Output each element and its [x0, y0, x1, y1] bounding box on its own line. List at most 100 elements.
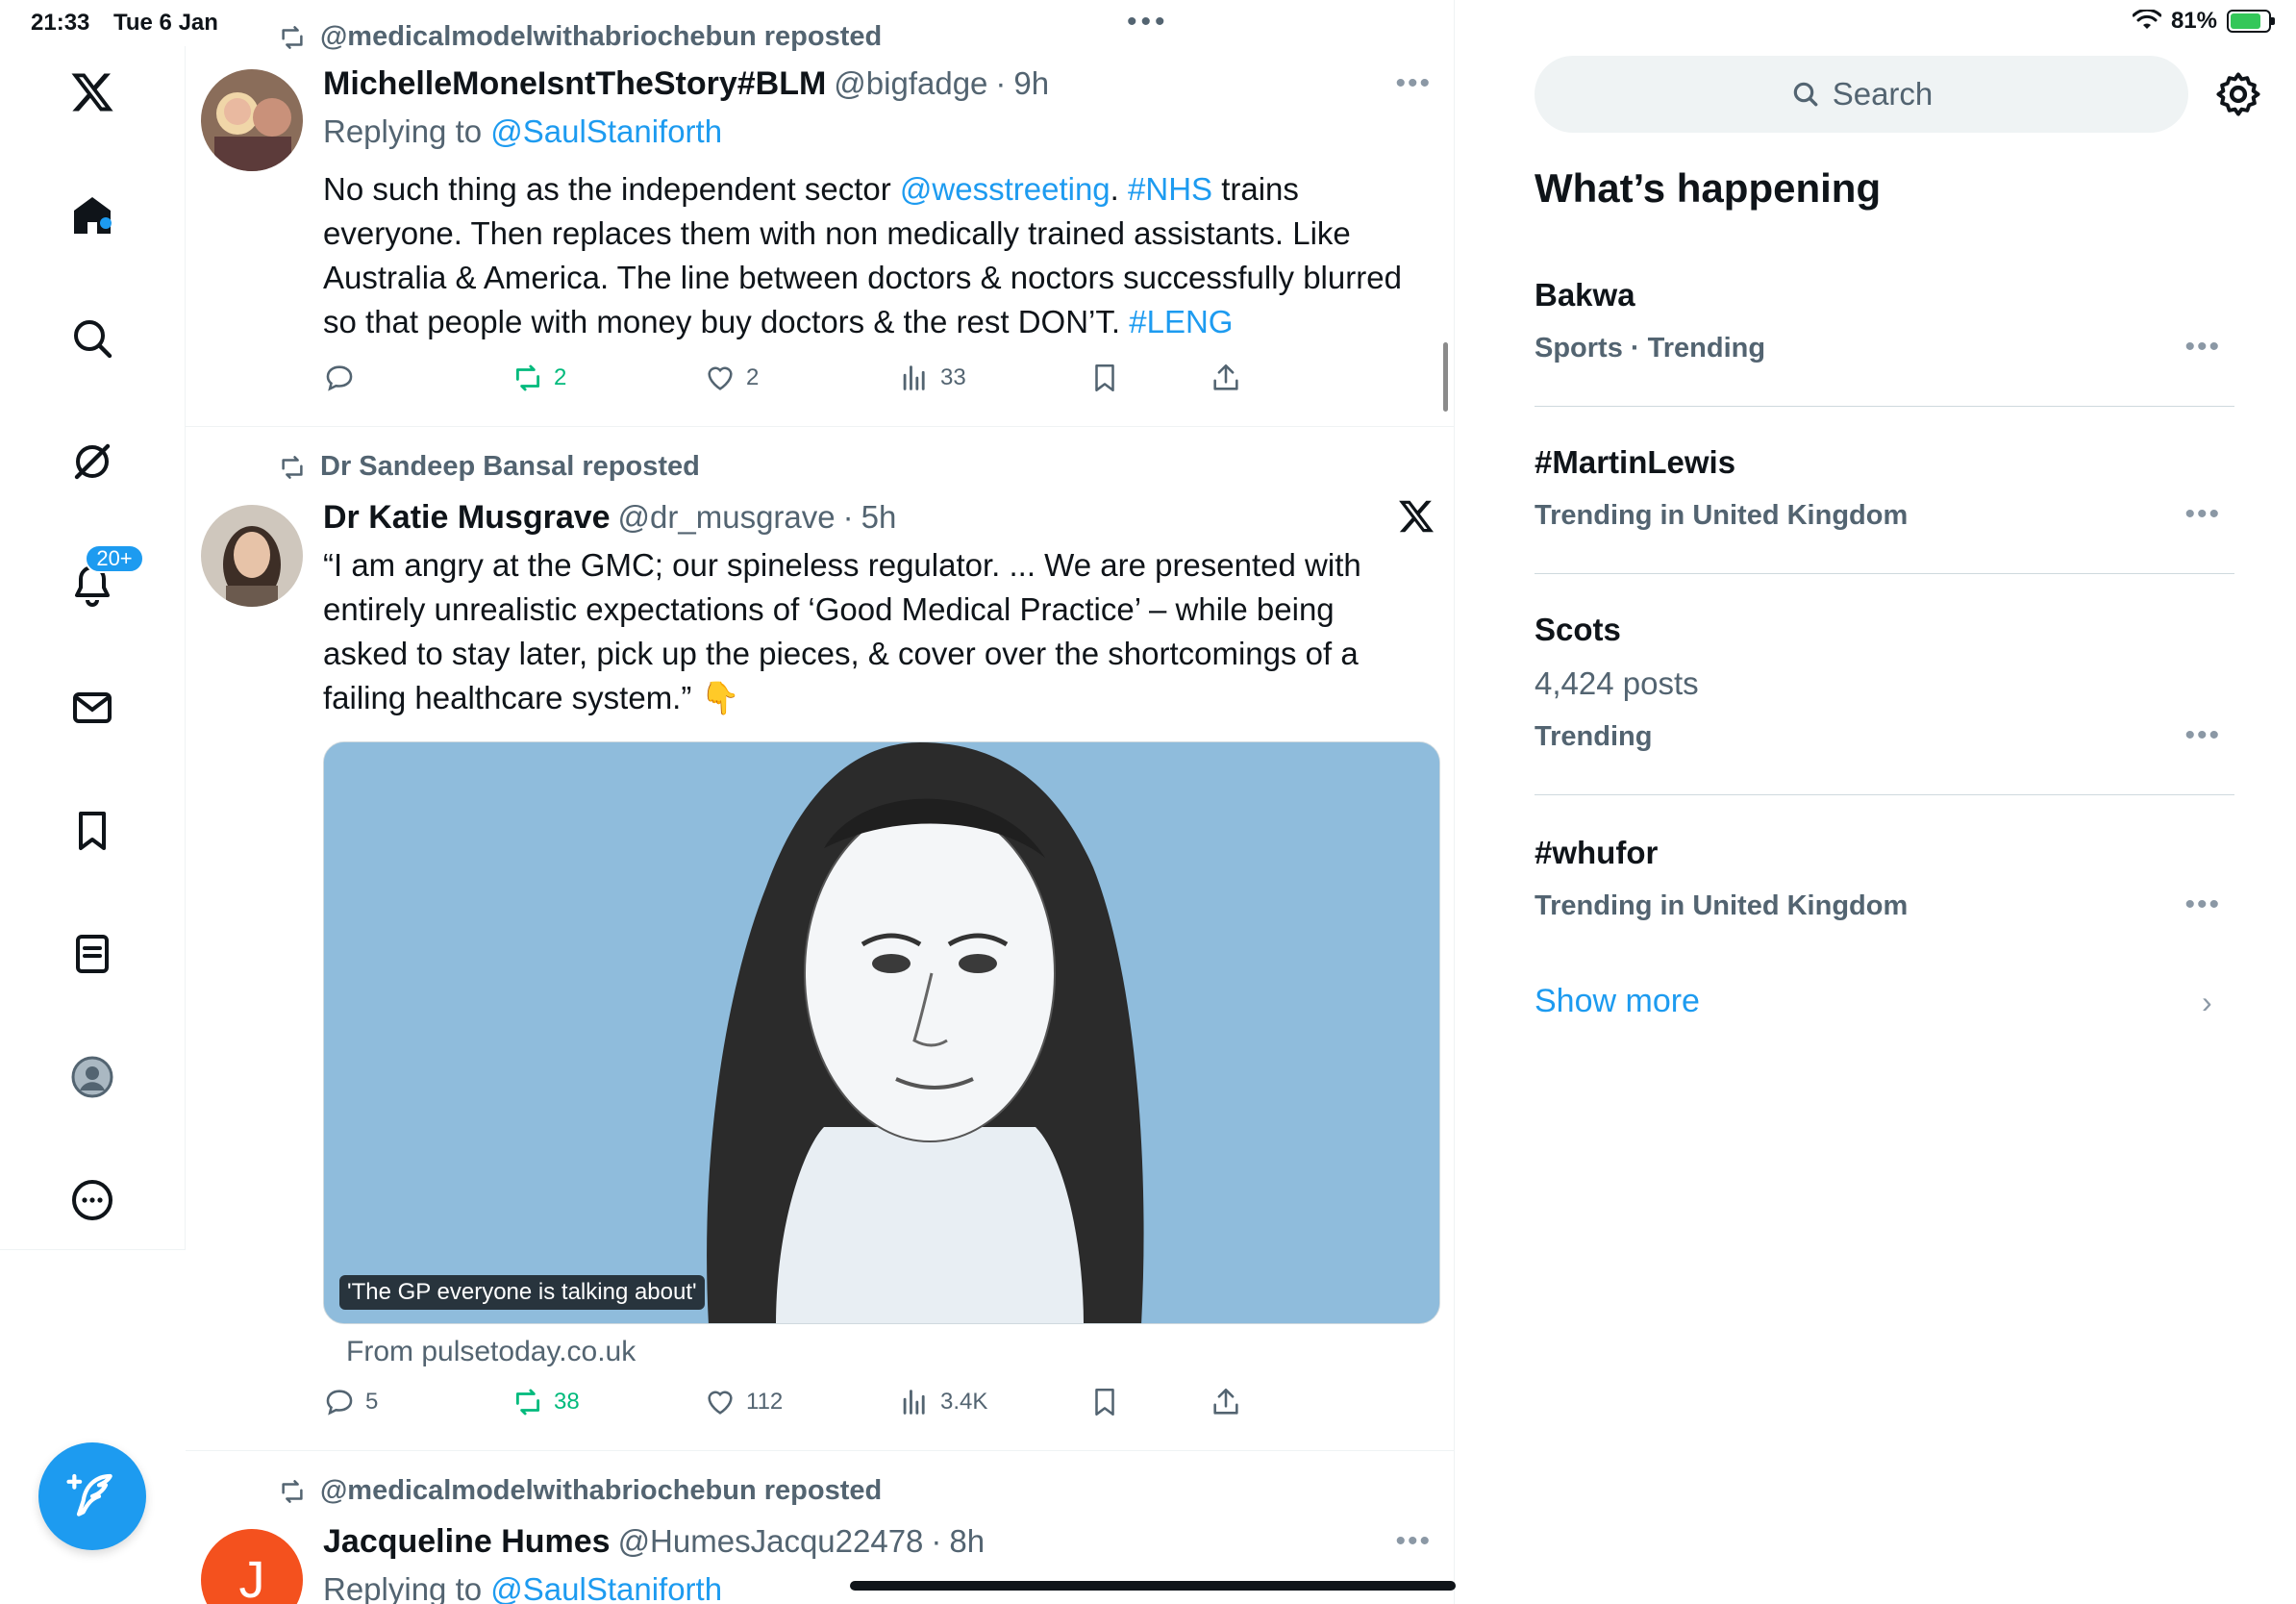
search-icon[interactable] [62, 308, 123, 369]
x-logo-icon[interactable] [1397, 497, 1435, 536]
compose-post-button[interactable] [38, 1442, 146, 1550]
trend-item[interactable]: Scots 4,424 posts Trending ••• [1535, 606, 2234, 798]
media-caption: 'The GP everyone is talking about' [339, 1275, 705, 1310]
separator-dot: · [931, 1523, 942, 1559]
trend-post-count: 4,424 posts [1535, 665, 1699, 701]
post-1[interactable]: @medicalmodelwithabriochebun reposted Mi… [186, 0, 1454, 427]
x-logo-icon[interactable] [62, 62, 123, 123]
trend-meta: Trending in United Kingdom [1535, 500, 1909, 531]
repost-button[interactable]: 38 [512, 1386, 580, 1418]
grok-icon[interactable] [62, 431, 123, 492]
post-actions: 2 2 33 [323, 362, 1246, 400]
link-card-image[interactable]: 'The GP everyone is talking about' [323, 741, 1440, 1324]
repost-by: @medicalmodelwithabriochebun reposted [320, 21, 883, 52]
post-header: Dr Katie Musgrave @dr_musgrave · 5h [323, 499, 896, 537]
separator-dot: · [995, 65, 1007, 101]
avatar[interactable] [201, 505, 303, 607]
search-placeholder: Search [1832, 76, 1934, 112]
hashtag-link[interactable]: #NHS [1128, 171, 1212, 207]
avatar[interactable]: J [201, 1529, 303, 1604]
post-time[interactable]: 8h [949, 1523, 985, 1560]
like-button[interactable]: 2 [704, 362, 759, 394]
left-nav: 20+ [0, 46, 186, 1250]
repost-count: 2 [554, 364, 567, 390]
post-actions: 5 38 112 3.4K [323, 1386, 1246, 1424]
home-icon[interactable] [62, 185, 123, 246]
share-button[interactable] [1210, 1386, 1242, 1418]
post-2[interactable]: Dr Sandeep Bansal reposted Dr Katie Musg… [186, 428, 1454, 1451]
trend-more-icon[interactable]: ••• [2184, 331, 2221, 363]
reply-button[interactable] [323, 362, 365, 394]
whats-happening-title: What’s happening [1535, 165, 1882, 211]
right-sidebar: Search What’s happening Bakwa Sports · T… [1456, 0, 2296, 1604]
more-options-icon[interactable] [62, 1169, 123, 1231]
bookmark-icon [1095, 363, 1114, 392]
lists-icon[interactable] [62, 923, 123, 985]
text-segment: . [1110, 171, 1129, 207]
author-name[interactable]: MichelleMoneIsntTheStory#BLM [323, 65, 826, 103]
trend-item[interactable]: #MartinLewis Trending in United Kingdom … [1535, 439, 2234, 574]
reply-icon [326, 1390, 353, 1416]
reply-button[interactable]: 5 [323, 1386, 378, 1418]
post-header: Jacqueline Humes @HumesJacqu22478 · 8h [323, 1523, 985, 1561]
post-more-icon[interactable]: ••• [1395, 1525, 1432, 1558]
repost-button[interactable]: 2 [512, 362, 566, 394]
post-more-icon[interactable]: ••• [1395, 67, 1432, 100]
post-header: MichelleMoneIsntTheStory#BLM @bigfadge ·… [323, 65, 1049, 103]
like-button[interactable]: 112 [704, 1386, 783, 1418]
avatar[interactable] [201, 69, 303, 171]
author-handle[interactable]: @dr_musgrave [618, 499, 836, 536]
trend-name: #whufor [1535, 835, 1659, 870]
hashtag-link[interactable]: #LENG [1129, 304, 1233, 339]
author-name[interactable]: Jacqueline Humes [323, 1523, 611, 1561]
bookmarks-icon[interactable] [62, 800, 123, 862]
show-more-link[interactable]: Show more [1535, 983, 1700, 1020]
views-button[interactable]: 33 [898, 362, 966, 394]
trend-more-icon[interactable]: ••• [2184, 498, 2221, 531]
timeline: @medicalmodelwithabriochebun reposted Mi… [186, 0, 1455, 1604]
reply-to-link[interactable]: @SaulStaniforth [490, 113, 722, 149]
home-indicator[interactable] [850, 1581, 1456, 1591]
messages-envelope-icon[interactable] [62, 677, 123, 739]
bookmark-button[interactable] [1088, 362, 1121, 394]
trend-item[interactable]: #whufor Trending in United Kingdom ••• [1535, 829, 2234, 964]
share-button[interactable] [1210, 362, 1242, 394]
share-icon [1213, 363, 1238, 390]
search-input[interactable]: Search [1535, 56, 2188, 133]
trend-name: Scots [1535, 612, 1621, 647]
like-count: 2 [746, 364, 760, 390]
trend-more-icon[interactable]: ••• [2184, 889, 2221, 921]
views-chart-icon [903, 1390, 925, 1415]
post-time[interactable]: 5h [861, 499, 897, 536]
repost-line: @medicalmodelwithabriochebun reposted [278, 1475, 882, 1507]
author-name[interactable]: Dr Katie Musgrave [323, 499, 611, 537]
post-text: “I am angry at the GMC; our spineless re… [323, 547, 1361, 715]
replying-to: Replying to @SaulStaniforth [323, 1571, 722, 1604]
repost-line: @medicalmodelwithabriochebun reposted [278, 21, 882, 53]
author-handle[interactable]: @bigfadge [834, 65, 987, 102]
feather-plus-icon [66, 1473, 112, 1516]
repost-by: @medicalmodelwithabriochebun reposted [320, 1475, 883, 1506]
link-source[interactable]: From pulsetoday.co.uk [346, 1336, 636, 1368]
repost-icon [282, 25, 303, 49]
reply-prefix: Replying to [323, 113, 491, 149]
heart-icon [708, 1391, 733, 1415]
reply-to-link[interactable]: @SaulStaniforth [490, 1571, 722, 1604]
scrollbar-thumb[interactable] [1443, 342, 1448, 412]
trend-name: Bakwa [1535, 277, 1635, 313]
views-button[interactable]: 3.4K [898, 1386, 987, 1418]
trend-item[interactable]: Bakwa Sports · Trending ••• [1535, 271, 2234, 407]
trend-name: #MartinLewis [1535, 444, 1736, 480]
trend-more-icon[interactable]: ••• [2184, 719, 2221, 752]
profile-avatar-icon[interactable] [62, 1046, 123, 1108]
settings-gear-icon[interactable] [2213, 69, 2263, 119]
separator-dot: · [842, 499, 854, 535]
status-time: 21:33 [31, 10, 90, 36]
home-unread-dot [100, 217, 112, 229]
share-icon [1213, 1388, 1238, 1415]
post-time[interactable]: 9h [1013, 65, 1049, 102]
bookmark-button[interactable] [1088, 1386, 1121, 1418]
mention-link[interactable]: @wesstreeting [900, 171, 1111, 207]
author-handle[interactable]: @HumesJacqu22478 [618, 1523, 924, 1560]
bookmark-icon [1095, 1388, 1114, 1416]
